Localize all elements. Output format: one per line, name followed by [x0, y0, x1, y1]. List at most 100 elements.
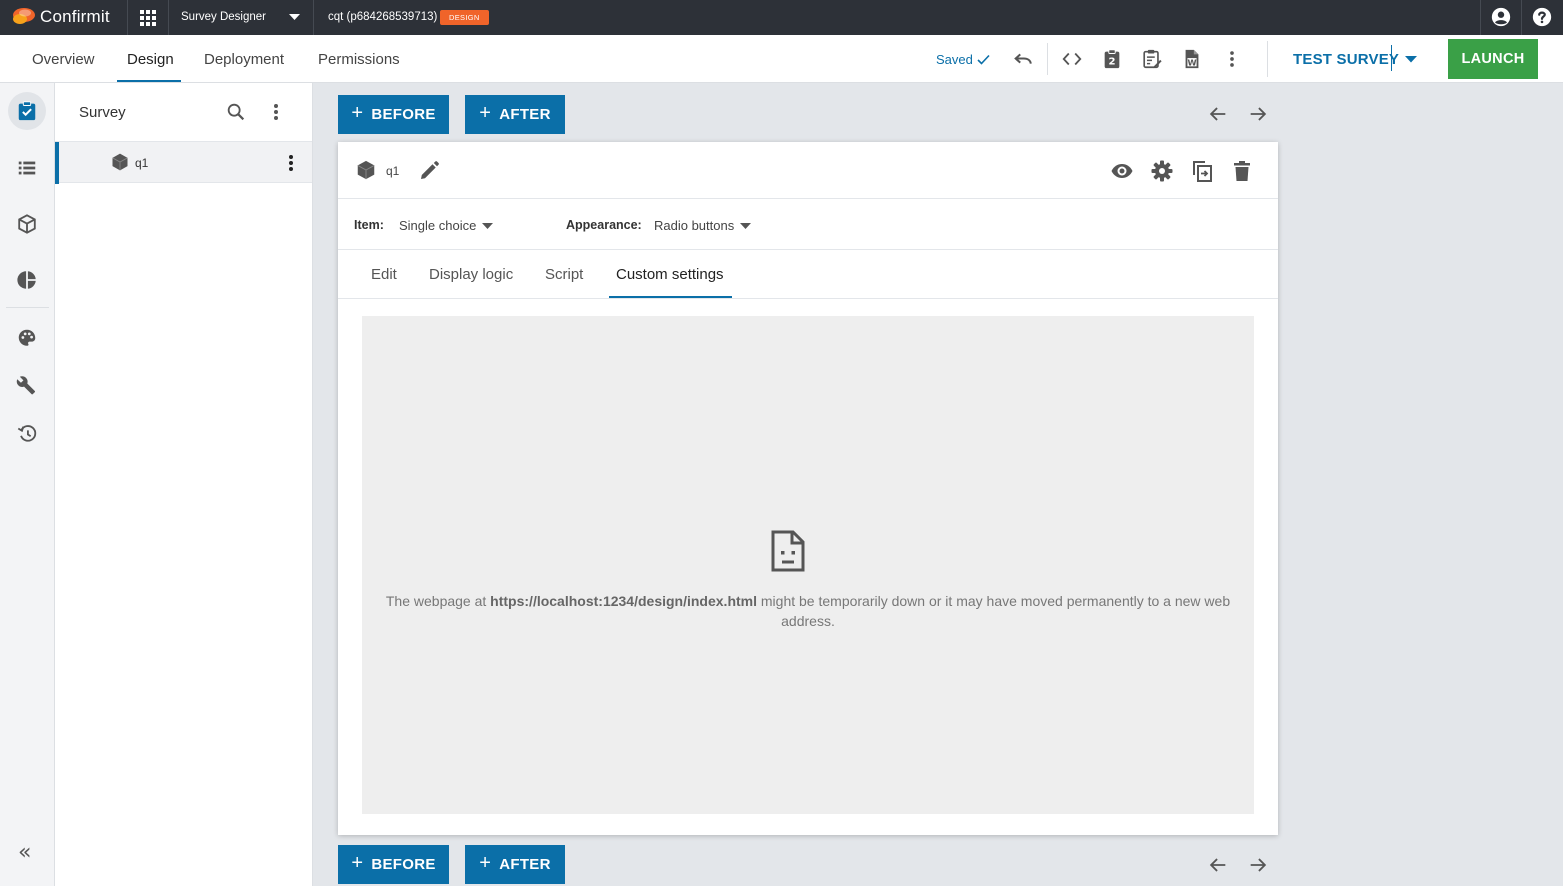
help-icon[interactable]: [1531, 6, 1553, 28]
question-tabs: Edit Display logic Script Custom setting…: [338, 250, 1278, 299]
chevron-down-icon[interactable]: [1405, 56, 1417, 63]
question-name: q1: [386, 164, 400, 178]
more-vertical-icon[interactable]: [266, 101, 286, 123]
account-icon[interactable]: [1490, 6, 1512, 28]
rail-survey[interactable]: [8, 92, 46, 130]
duplicate-icon[interactable]: [1190, 159, 1214, 183]
divider: [1391, 45, 1392, 71]
plus-icon: +: [351, 102, 364, 124]
tab-deployment[interactable]: Deployment: [204, 51, 284, 68]
pencil-icon[interactable]: [417, 159, 441, 183]
tab-edit[interactable]: Edit: [371, 266, 397, 283]
question-properties: Item: Single choice Appearance: Radio bu…: [338, 199, 1278, 250]
arrow-left-icon[interactable]: [1207, 103, 1229, 125]
divider: [6, 307, 49, 308]
arrow-right-icon[interactable]: [1247, 103, 1269, 125]
survey-checklist-icon: [18, 101, 36, 121]
code-icon[interactable]: [1061, 48, 1083, 70]
word-document-icon[interactable]: W: [1181, 48, 1203, 70]
error-suffix: might be temporarily down or it may have…: [757, 593, 1231, 629]
error-url: https://localhost:1234/design/index.html: [490, 593, 757, 609]
svg-text:W: W: [1187, 57, 1196, 67]
eye-icon[interactable]: [1110, 159, 1134, 183]
error-message: The webpage at https://localhost:1234/de…: [376, 591, 1240, 631]
tab-overview[interactable]: Overview: [32, 51, 95, 68]
undo-icon[interactable]: [1012, 48, 1034, 70]
question-card: q1 Item: Single choice Appearance: Radio…: [338, 142, 1278, 835]
apps-grid-icon[interactable]: [138, 8, 158, 28]
cube-icon: [18, 214, 36, 234]
divider: [1267, 41, 1268, 77]
add-before-button[interactable]: + BEFORE: [338, 845, 449, 884]
active-tab-indicator: [609, 296, 732, 298]
launch-button[interactable]: LAUNCH: [1448, 39, 1538, 79]
clipboard-number-icon[interactable]: 2: [1101, 48, 1123, 70]
test-survey-button[interactable]: TEST SURVEY: [1293, 51, 1399, 68]
gear-icon[interactable]: [1150, 159, 1174, 183]
more-vertical-icon[interactable]: [1221, 48, 1243, 70]
top-bar: Confirmit Survey Designer cqt (p68426853…: [0, 0, 1563, 35]
divider: [168, 0, 169, 35]
tab-design[interactable]: Design: [127, 51, 174, 68]
rail-theme[interactable]: [8, 319, 46, 357]
rail-list[interactable]: [8, 149, 46, 187]
svg-text:2: 2: [1108, 57, 1115, 68]
appearance-dropdown[interactable]: Radio buttons: [654, 218, 752, 233]
chevron-down-icon[interactable]: [289, 14, 300, 21]
search-icon[interactable]: [225, 101, 247, 123]
broken-page-icon: [771, 530, 805, 572]
chevron-down-icon: [740, 222, 752, 229]
add-after-button[interactable]: + AFTER: [465, 845, 565, 884]
rail-cube[interactable]: [8, 205, 46, 243]
add-after-label: AFTER: [499, 106, 551, 123]
divider: [1047, 43, 1048, 75]
rail-history[interactable]: [8, 415, 46, 453]
question-header: q1: [338, 142, 1278, 199]
tab-display-logic[interactable]: Display logic: [429, 266, 513, 283]
history-icon: [17, 425, 37, 442]
appearance-value: Radio buttons: [654, 218, 735, 233]
left-rail: «: [0, 83, 55, 886]
collapse-panel-icon[interactable]: «: [18, 840, 31, 865]
tab-script[interactable]: Script: [545, 266, 583, 283]
divider: [1480, 0, 1481, 35]
project-name: cqt (p684268539713): [328, 11, 438, 23]
confirmit-logo[interactable]: Confirmit: [10, 6, 110, 28]
add-before-button[interactable]: + BEFORE: [338, 95, 449, 134]
divider: [1521, 0, 1522, 35]
item-type-value: Single choice: [399, 218, 477, 233]
tab-permissions[interactable]: Permissions: [318, 51, 400, 68]
list-icon: [18, 161, 36, 175]
checkmark-icon: [977, 54, 990, 65]
more-vertical-icon[interactable]: [283, 153, 299, 173]
app-name[interactable]: Survey Designer: [181, 11, 266, 23]
chevron-down-icon: [482, 222, 494, 229]
tab-custom-settings[interactable]: Custom settings: [616, 266, 724, 283]
divider: [313, 0, 314, 35]
add-after-label: AFTER: [499, 856, 551, 873]
arrow-right-icon[interactable]: [1247, 854, 1269, 876]
status-badge: DESIGN: [440, 10, 489, 25]
tree-item-label: q1: [135, 156, 149, 170]
rail-tools[interactable]: [8, 367, 46, 405]
wrench-icon: [16, 376, 36, 395]
divider: [127, 0, 128, 35]
plus-icon: +: [351, 852, 364, 874]
item-type-dropdown[interactable]: Single choice: [399, 218, 494, 233]
active-tab-indicator: [117, 80, 181, 82]
error-prefix: The webpage at: [385, 593, 491, 609]
tree-item-q1[interactable]: q1: [55, 141, 312, 184]
clipboard-edit-icon[interactable]: [1141, 48, 1163, 70]
add-after-button[interactable]: + AFTER: [465, 95, 565, 134]
saved-label: Saved: [936, 52, 973, 67]
question-cube-icon: [112, 153, 128, 171]
rail-reports[interactable]: [8, 261, 46, 299]
arrow-left-icon[interactable]: [1207, 854, 1229, 876]
trash-icon[interactable]: [1230, 159, 1254, 183]
tree-title: Survey: [79, 104, 126, 121]
survey-tree-panel: Survey q1: [55, 83, 313, 886]
saved-status: Saved: [936, 52, 990, 67]
palette-icon: [18, 329, 36, 346]
plus-icon: +: [479, 852, 492, 874]
plus-icon: +: [479, 102, 492, 124]
